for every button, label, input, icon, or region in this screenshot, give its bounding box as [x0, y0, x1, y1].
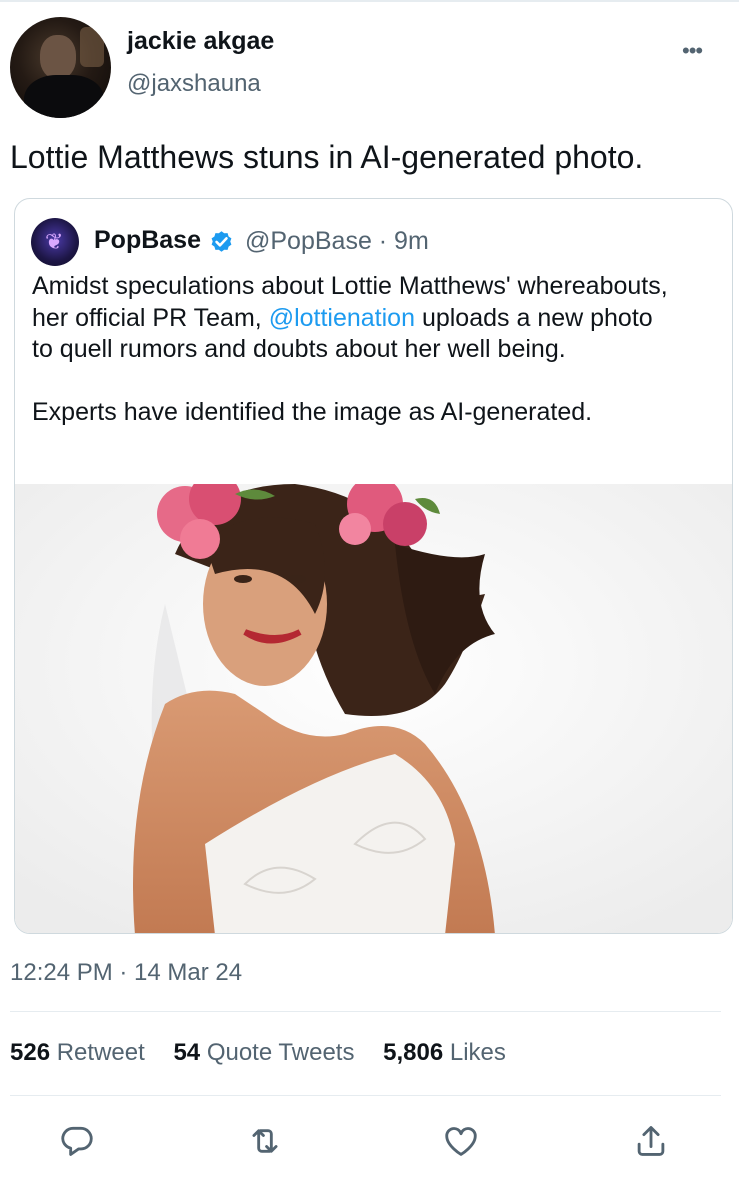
tweet-timestamp[interactable]: 12:24 PM · 14 Mar 24 — [10, 959, 242, 987]
quote-tweets-label: Quote Tweets — [206, 1039, 355, 1066]
popbase-logo-icon: ❦ — [45, 229, 64, 254]
quoted-tweet[interactable]: ❦ PopBase @PopBase · 9m Amidst speculati… — [14, 198, 733, 934]
divider — [10, 1011, 721, 1012]
quoted-avatar[interactable]: ❦ — [31, 218, 79, 266]
quote-tweets-count: 54 — [173, 1039, 201, 1066]
share-icon[interactable] — [632, 1122, 670, 1160]
quoted-paragraph-2: Experts have identified the image as AI-… — [32, 397, 593, 426]
retweet-stat[interactable]: 526 Retweet — [10, 1039, 145, 1066]
like-icon[interactable] — [442, 1122, 480, 1160]
more-options-icon[interactable]: ••• — [682, 38, 703, 64]
likes-stat[interactable]: 5,806 Likes — [383, 1039, 506, 1066]
quoted-body: Amidst speculations about Lottie Matthew… — [32, 271, 672, 428]
verified-badge-icon — [211, 231, 232, 252]
quoted-photo[interactable] — [15, 484, 733, 934]
engagement-stats: 526 Retweet 54 Quote Tweets 5,806 Likes — [10, 1039, 506, 1067]
user-avatar[interactable] — [10, 17, 111, 118]
avatar-background — [80, 27, 104, 67]
top-divider — [0, 0, 739, 2]
reply-icon[interactable] — [58, 1122, 96, 1160]
quoted-paragraph-1: Amidst speculations about Lottie Matthew… — [32, 271, 672, 366]
tweet-text: Lottie Matthews stuns in AI-generated ph… — [10, 139, 644, 175]
avatar-face — [40, 35, 76, 79]
retweet-icon[interactable] — [246, 1122, 284, 1160]
quote-tweets-stat[interactable]: 54 Quote Tweets — [173, 1039, 354, 1066]
user-name[interactable]: jackie akgae — [127, 27, 274, 56]
divider — [10, 1095, 721, 1096]
quoted-handle-time: @PopBase · 9m — [245, 227, 429, 255]
user-handle[interactable]: @jaxshauna — [127, 70, 261, 98]
mention-link[interactable]: @lottienation — [269, 304, 415, 332]
quoted-name[interactable]: PopBase — [94, 226, 201, 255]
retweet-label: Retweet — [56, 1039, 145, 1066]
retweet-count: 526 — [10, 1039, 51, 1066]
likes-count: 5,806 — [383, 1039, 444, 1066]
likes-label: Likes — [449, 1039, 506, 1066]
avatar-body — [24, 75, 104, 118]
